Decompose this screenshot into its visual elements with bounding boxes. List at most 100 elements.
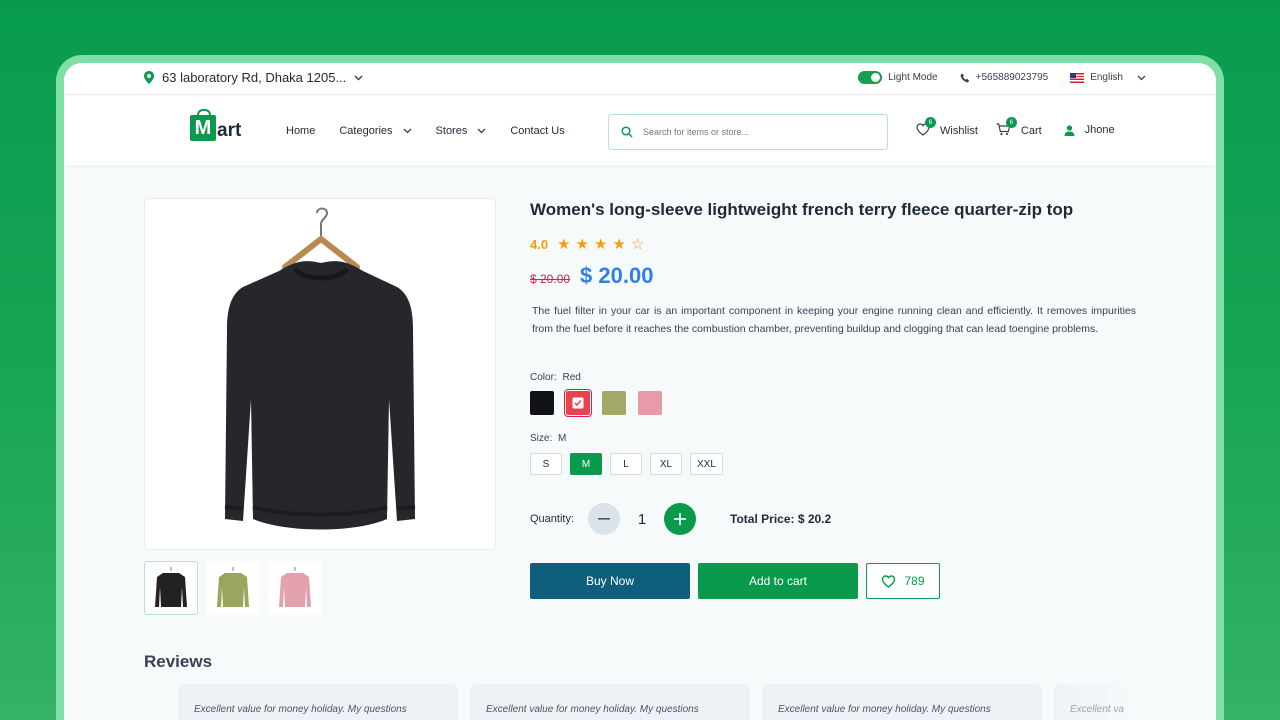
address-text: 63 laboratory Rd, Dhaka 1205...	[162, 70, 347, 85]
star-filled-icon: ★	[557, 236, 571, 253]
checkmark-icon	[572, 397, 584, 409]
thumbnail-list	[144, 561, 322, 615]
product-description: The fuel filter in your car is an import…	[532, 305, 1136, 335]
reviews-title: Reviews	[144, 652, 213, 671]
language-label: English	[1090, 72, 1123, 83]
cart-link[interactable]: 6 Cart	[996, 117, 1042, 139]
review-cards: Excellent value for money holiday. My qu…	[178, 684, 1134, 720]
us-flag-icon	[1070, 72, 1085, 83]
nav-item-label: Home	[286, 125, 316, 137]
main-nav: M art Home Categories Stores Contact Us …	[64, 95, 1216, 165]
add-to-cart-button[interactable]: Add to cart	[698, 563, 858, 599]
nav-item-categories[interactable]: Categories	[339, 125, 412, 137]
color-swatch-olive[interactable]	[602, 391, 626, 415]
size-option-l[interactable]: L	[610, 453, 642, 475]
color-swatch-pink[interactable]	[638, 391, 662, 415]
old-price: $ 20.00	[530, 272, 571, 286]
quantity-value: 1	[637, 510, 647, 528]
color-label: Color:	[530, 372, 557, 383]
review-card[interactable]: Excellent value for money holiday. My qu…	[470, 684, 750, 720]
nav-item-label: Contact Us	[510, 125, 565, 137]
product-actions: Buy Now Add to cart 789	[530, 563, 940, 599]
minus-icon	[598, 518, 611, 520]
thumbnail-pink[interactable]	[268, 561, 322, 615]
location-pin-icon	[144, 71, 154, 84]
plus-icon	[674, 513, 687, 525]
wishlist-label: Wishlist	[940, 125, 978, 137]
cart-icon-wrap: 6	[996, 117, 1017, 139]
sweatshirt-black-thumb	[155, 567, 187, 607]
chevron-down-icon	[1137, 75, 1146, 80]
light-mode-label: Light Mode	[888, 72, 938, 83]
star-filled-icon: ★	[593, 236, 608, 253]
nav-item-home[interactable]: Home	[286, 125, 315, 137]
search-bar[interactable]	[608, 114, 888, 150]
device-frame: 63 laboratory Rd, Dhaka 1205... Light Mo…	[56, 55, 1224, 720]
size-options: S M L XL XXL	[530, 453, 723, 475]
user-name: Jhone	[1084, 124, 1115, 136]
topbar-right: Light Mode +565889023795 English	[858, 71, 1146, 84]
chevron-down-icon	[477, 128, 486, 134]
color-swatch-red[interactable]	[564, 389, 592, 417]
buy-now-button[interactable]: Buy Now	[530, 563, 690, 599]
phone-number: +565889023795	[975, 72, 1049, 83]
product-title: Women's long-sleeve lightweight french t…	[530, 200, 1074, 219]
logo-bag-icon: M	[190, 109, 216, 141]
color-label-row: Color: Red	[530, 372, 581, 383]
cart-count-badge: 6	[1005, 117, 1017, 128]
light-mode-toggle[interactable]: Light Mode	[858, 71, 938, 84]
user-icon	[1064, 124, 1075, 136]
quantity-stepper: Quantity: 1 Total Price: $ 20.2	[530, 503, 831, 535]
app-screen: 63 laboratory Rd, Dhaka 1205... Light Mo…	[64, 63, 1216, 720]
thumbnail-green[interactable]	[206, 561, 260, 615]
size-value: M	[558, 433, 567, 444]
nav-item-contact[interactable]: Contact Us	[510, 125, 564, 137]
wishlist-link[interactable]: 6 Wishlist	[916, 117, 978, 139]
size-option-s[interactable]: S	[530, 453, 562, 475]
thumbnail-black[interactable]	[144, 561, 198, 615]
size-option-m[interactable]: M	[570, 453, 602, 475]
logo[interactable]: M art	[190, 109, 242, 141]
sweatshirt-image	[224, 207, 416, 530]
sweatshirt-green-thumb	[217, 567, 249, 607]
location-selector[interactable]: 63 laboratory Rd, Dhaka 1205...	[144, 70, 363, 85]
phone-icon	[960, 73, 969, 82]
chevron-down-icon	[403, 128, 412, 134]
quantity-label: Quantity:	[530, 513, 575, 525]
chevron-down-icon	[354, 75, 363, 80]
logo-text: art	[217, 120, 242, 141]
wishlist-icon-wrap: 6	[916, 117, 936, 139]
rating-value: 4.0	[530, 236, 549, 252]
color-value: Red	[562, 372, 581, 383]
wishlist-count-badge: 6	[925, 117, 936, 128]
product-main-image[interactable]	[144, 198, 496, 550]
review-card[interactable]: Excellent value for money holiday. My qu…	[178, 684, 458, 720]
phone-contact[interactable]: +565889023795	[960, 72, 1049, 83]
total-price: Total Price: $ 20.2	[730, 512, 832, 526]
review-card[interactable]: Excellent value for money holiday. My qu…	[762, 684, 1042, 720]
review-card[interactable]: Excellent va	[1054, 684, 1134, 720]
size-label-row: Size: M	[530, 433, 566, 444]
search-input[interactable]	[643, 127, 863, 137]
toggle-switch-icon[interactable]	[858, 71, 883, 84]
nav-item-label: Categories	[339, 125, 393, 137]
user-menu[interactable]: Jhone	[1064, 124, 1115, 136]
language-selector[interactable]: English	[1070, 72, 1146, 83]
current-price: $ 20.00	[580, 263, 654, 288]
product-rating: 4.0 ★ ★ ★ ★ ☆	[530, 235, 644, 253]
color-swatch-black[interactable]	[530, 391, 554, 415]
like-button[interactable]: 789	[866, 563, 940, 599]
size-option-xxl[interactable]: XXL	[690, 453, 723, 475]
star-filled-icon: ★	[575, 236, 589, 253]
nav-actions: 6 Wishlist 6 Cart Jhone	[916, 117, 1115, 139]
color-swatches	[530, 389, 662, 417]
top-bar: 63 laboratory Rd, Dhaka 1205... Light Mo…	[64, 63, 1216, 95]
like-count: 789	[904, 574, 925, 588]
star-empty-icon: ☆	[630, 236, 645, 253]
quantity-increase-button[interactable]	[664, 503, 697, 535]
size-option-xl[interactable]: XL	[650, 453, 682, 475]
nav-item-stores[interactable]: Stores	[436, 125, 487, 137]
sweatshirt-pink-thumb	[279, 567, 311, 607]
nav-item-label: Stores	[435, 125, 468, 137]
quantity-decrease-button[interactable]	[588, 503, 621, 535]
